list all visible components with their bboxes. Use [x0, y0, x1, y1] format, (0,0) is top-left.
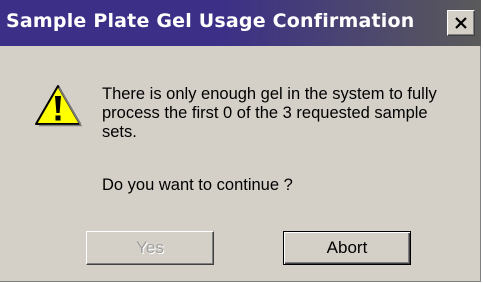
dialog-body: There is only enough gel in the system t… [0, 46, 481, 282]
warning-icon [35, 85, 82, 127]
confirmation-dialog: Sample Plate Gel Usage Confirmation Ther… [0, 0, 481, 282]
abort-button[interactable]: Abort [283, 231, 411, 265]
window-title: Sample Plate Gel Usage Confirmation [6, 10, 415, 32]
close-button[interactable] [447, 10, 475, 36]
dialog-message: There is only enough gel in the system t… [102, 85, 437, 141]
title-bar[interactable]: Sample Plate Gel Usage Confirmation [0, 0, 481, 46]
dialog-question: Do you want to continue ? [102, 176, 293, 194]
yes-button[interactable]: Yes [86, 231, 214, 265]
close-icon [455, 16, 467, 29]
